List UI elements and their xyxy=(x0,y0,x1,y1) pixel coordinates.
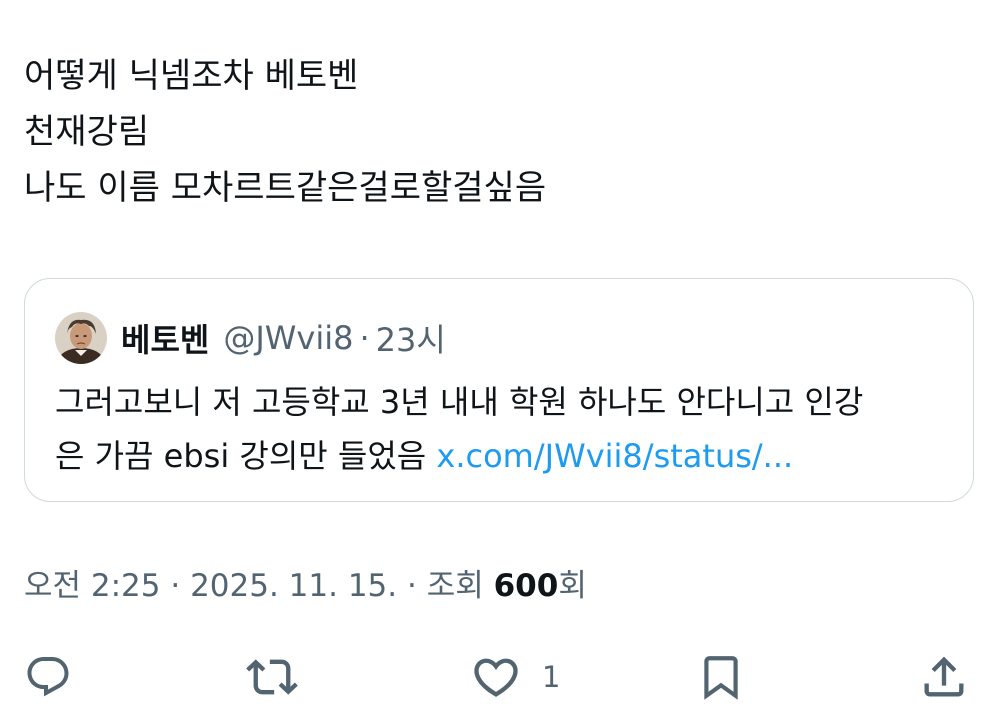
quote-body-line-2-text: 은 가끔 ebsi 강의만 들었음 xyxy=(55,437,437,475)
views-label: 조회 xyxy=(426,568,494,604)
meta-separator: · xyxy=(160,568,191,604)
quote-header: 베토벤 @JWvii8 · 23시 xyxy=(55,311,446,365)
tweet-date[interactable]: 2025. 11. 15. xyxy=(190,568,397,604)
quote-body-line-1: 그러고보니 저 고등학교 3년 내내 학원 하나도 안다니고 인강 xyxy=(55,383,864,421)
quote-timestamp[interactable]: 23시 xyxy=(376,315,446,361)
tweet-line-3: 나도 이름 모차르트같은걸로할걸싶음 xyxy=(24,168,547,208)
quote-author-handle[interactable]: @JWvii8 xyxy=(223,319,353,357)
tweet-meta: 오전 2:25 · 2025. 11. 15. · 조회 600회 xyxy=(24,560,587,605)
action-bar: 1 xyxy=(0,645,1000,715)
quote-author-name[interactable]: 베토벤 xyxy=(121,315,209,361)
avatar[interactable] xyxy=(55,312,107,364)
like-icon xyxy=(474,658,518,697)
tweet-text: 어떻게 닉넴조차 베토벤 천재강림 나도 이름 모차르트같은걸로할걸싶음 xyxy=(24,48,974,216)
like-button[interactable]: 1 xyxy=(470,649,560,705)
tweet-line-2: 천재강림 xyxy=(24,112,150,152)
reply-icon xyxy=(27,657,69,697)
retweet-button[interactable] xyxy=(246,649,298,705)
bookmark-icon xyxy=(704,656,738,700)
tweet-line-1: 어떻게 닉넴조차 베토벤 xyxy=(24,56,359,96)
quote-separator: · xyxy=(359,319,370,357)
views-count: 600 xyxy=(493,568,559,604)
meta-separator-2: · xyxy=(397,568,427,604)
bookmark-button[interactable] xyxy=(696,649,746,705)
quote-tweet-card[interactable]: 베토벤 @JWvii8 · 23시 그러고보니 저 고등학교 3년 내내 학원 … xyxy=(24,278,974,502)
share-button[interactable] xyxy=(918,649,970,705)
tweet-time[interactable]: 오전 2:25 xyxy=(24,568,161,604)
quote-body: 그러고보니 저 고등학교 3년 내내 학원 하나도 안다니고 인강 은 가끔 e… xyxy=(55,375,955,483)
views-suffix: 회 xyxy=(558,568,587,604)
quote-link[interactable]: x.com/JWvii8/status/... xyxy=(436,437,793,475)
share-icon xyxy=(924,656,964,697)
like-count: 1 xyxy=(542,660,561,694)
reply-button[interactable] xyxy=(24,649,72,705)
retweet-icon xyxy=(246,659,298,695)
quote-body-line-2: 은 가끔 ebsi 강의만 들었음 x.com/JWvii8/status/..… xyxy=(55,429,955,483)
